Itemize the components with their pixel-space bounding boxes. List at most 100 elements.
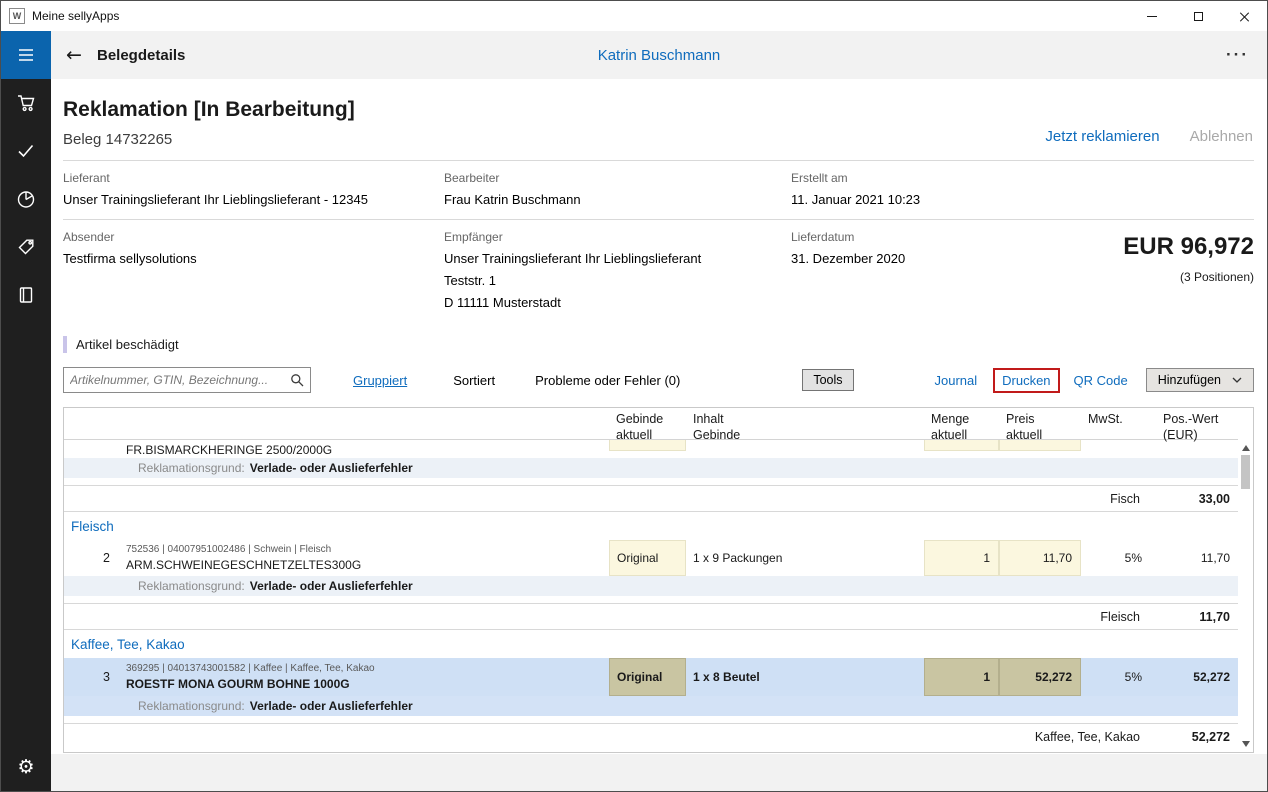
scroll-down-icon[interactable] [1241, 741, 1250, 747]
reject-button[interactable]: Ablehnen [1190, 128, 1253, 145]
row-number: 3 [103, 670, 110, 684]
field-value: Teststr. 1 [444, 273, 497, 288]
search-input[interactable] [70, 373, 290, 387]
field-erstellt-am: Erstellt am 11. Januar 2021 10:23 [791, 171, 1063, 207]
article-meta: 369295 | 04013743001582 | Kaffee | Kaffe… [126, 663, 375, 674]
qr-code-link[interactable]: QR Code [1074, 373, 1128, 388]
menu-button[interactable] [1, 31, 51, 79]
spacer-row [64, 596, 1238, 604]
titlebar: W Meine sellyApps [1, 1, 1267, 31]
field-value: Frau Katrin Buschmann [444, 192, 581, 207]
search-icon[interactable] [290, 373, 304, 387]
menge-cell[interactable]: 1 [924, 658, 999, 696]
gear-icon: ⚙ [17, 756, 35, 778]
table-row[interactable]: 2 752536 | 04007951002486 | Schwein | Fl… [64, 540, 1238, 576]
table-scrollbar[interactable] [1238, 440, 1253, 752]
article-cell: 369295 | 04013743001582 | Kaffee | Kaffe… [119, 658, 609, 696]
note-accent-bar [63, 336, 67, 353]
sorted-toggle[interactable]: Sortiert [453, 373, 495, 388]
group-total-fleisch: Fleisch 11,70 [64, 604, 1238, 630]
grouped-toggle[interactable]: Gruppiert [353, 373, 407, 388]
sidebar-item-catalog[interactable] [1, 271, 51, 319]
reason-value: Verlade- oder Auslieferfehler [249, 699, 413, 713]
reason-row-selected: Reklamationsgrund: Verlade- oder Auslief… [64, 696, 1238, 716]
close-icon [1239, 11, 1250, 22]
preis-cell[interactable]: 11,70 [999, 540, 1081, 576]
sidebar-item-tasks[interactable] [1, 127, 51, 175]
group-name: Kaffee, Tee, Kakao [71, 636, 185, 652]
pie-chart-icon [17, 191, 35, 208]
more-button[interactable]: ··· [1226, 45, 1267, 65]
inhalt-cell[interactable]: 1 x 8 Beutel [686, 658, 924, 696]
back-button[interactable]: ← [51, 44, 97, 66]
total-block: EUR 96,972 (3 Positionen) [1063, 230, 1254, 310]
reason-text: Reklamationsgrund: Verlade- oder Auslief… [119, 696, 1238, 716]
sidebar-item-statistics[interactable] [1, 175, 51, 223]
gebinde-cell [609, 440, 686, 451]
reason-row: Reklamationsgrund: Verlade- oder Auslief… [64, 576, 1238, 596]
close-button[interactable] [1221, 1, 1267, 31]
field-value: Unser Trainingslieferant Ihr Lieblingsli… [63, 192, 368, 207]
spacer-row [64, 478, 1238, 486]
scrollbar-track[interactable] [1238, 453, 1253, 739]
app-window: W Meine sellyApps ⚙ ← Belegdetails Katri… [0, 0, 1268, 792]
reason-label: Reklamationsgrund: [138, 461, 245, 475]
cart-icon [18, 95, 35, 112]
app-icon: W [9, 8, 25, 24]
field-lieferant: Lieferant Unser Trainingslieferant Ihr L… [63, 171, 444, 207]
document-title: Reklamation [In Bearbeitung] [63, 98, 355, 121]
toolbar: Gruppiert Sortiert Probleme oder Fehler … [63, 367, 1254, 393]
add-button-label: Hinzufügen [1157, 373, 1221, 387]
page-header: ← Belegdetails Katrin Buschmann ··· [51, 31, 1267, 79]
gebinde-cell[interactable]: Original [609, 658, 686, 696]
preis-cell[interactable]: 52,272 [999, 658, 1081, 696]
group-header-kaffee[interactable]: Kaffee, Tee, Kakao [64, 630, 1238, 658]
poswert-cell: 52,272 [1193, 670, 1230, 684]
gebinde-cell[interactable]: Original [609, 540, 686, 576]
col-header-inhalt: Inhalt Gebinde [693, 412, 741, 442]
minimize-button[interactable] [1129, 1, 1175, 31]
field-label: Bearbeiter [444, 171, 500, 185]
problems-filter[interactable]: Probleme oder Fehler (0) [535, 373, 680, 388]
tools-button[interactable]: Tools [802, 369, 854, 391]
sidebar-item-cart[interactable] [1, 79, 51, 127]
table-row-partial[interactable]: FR.BISMARCKHERINGE 2500/2000G [64, 440, 1238, 458]
field-value: 11. Januar 2021 10:23 [791, 192, 921, 207]
group-total-value: 33,00 [1198, 491, 1230, 506]
mwst-cell: 5% [1124, 551, 1142, 565]
print-link[interactable]: Drucken [1002, 373, 1050, 388]
check-icon [18, 144, 34, 158]
field-label: Lieferdatum [791, 230, 855, 244]
add-button[interactable]: Hinzufügen [1145, 368, 1254, 392]
reason-text: Reklamationsgrund: Verlade- oder Auslief… [119, 458, 1238, 478]
scrollbar-thumb[interactable] [1241, 455, 1250, 489]
col-header-preis: Preis aktuell [1006, 412, 1043, 442]
inhalt-cell[interactable]: 1 x 9 Packungen [686, 540, 924, 576]
scroll-up-icon[interactable] [1241, 445, 1250, 451]
sidebar: ⚙ [1, 31, 51, 791]
bottom-strip [51, 754, 1267, 791]
group-total-kaffee: Kaffee, Tee, Kakao 52,272 [64, 724, 1238, 750]
group-total-value: 11,70 [1199, 609, 1230, 624]
field-absender: Absender Testfirma sellysolutions [63, 230, 444, 310]
reason-row: Reklamationsgrund: Verlade- oder Auslief… [64, 458, 1238, 478]
field-bearbeiter: Bearbeiter Frau Katrin Buschmann [444, 171, 791, 207]
reclaim-now-button[interactable]: Jetzt reklamieren [1045, 128, 1159, 145]
group-header-fleisch[interactable]: Fleisch [64, 512, 1238, 540]
col-header-poswert: Pos.-Wert (EUR) [1163, 412, 1219, 442]
total-amount: EUR 96,972 [1123, 233, 1254, 260]
article-name: ROESTF MONA GOURM BOHNE 1000G [126, 677, 350, 691]
article-name: ARM.SCHWEINEGESCHNETZELTES300G [126, 558, 362, 572]
table-row-selected[interactable]: 3 369295 | 04013743001582 | Kaffee | Kaf… [64, 658, 1238, 696]
print-highlight-box: Drucken [993, 367, 1060, 393]
menge-cell[interactable]: 1 [924, 540, 999, 576]
group-name: Fleisch [71, 518, 114, 534]
journal-link[interactable]: Journal [934, 373, 977, 388]
field-value: Unser Trainingslieferant Ihr Lieblingsli… [444, 251, 702, 266]
search-box [63, 367, 311, 393]
total-positions: (3 Positionen) [1179, 270, 1254, 284]
maximize-button[interactable] [1175, 1, 1221, 31]
sidebar-item-settings[interactable]: ⚙ [1, 743, 51, 791]
reason-text: Reklamationsgrund: Verlade- oder Auslief… [119, 576, 1238, 596]
sidebar-item-prices[interactable] [1, 223, 51, 271]
